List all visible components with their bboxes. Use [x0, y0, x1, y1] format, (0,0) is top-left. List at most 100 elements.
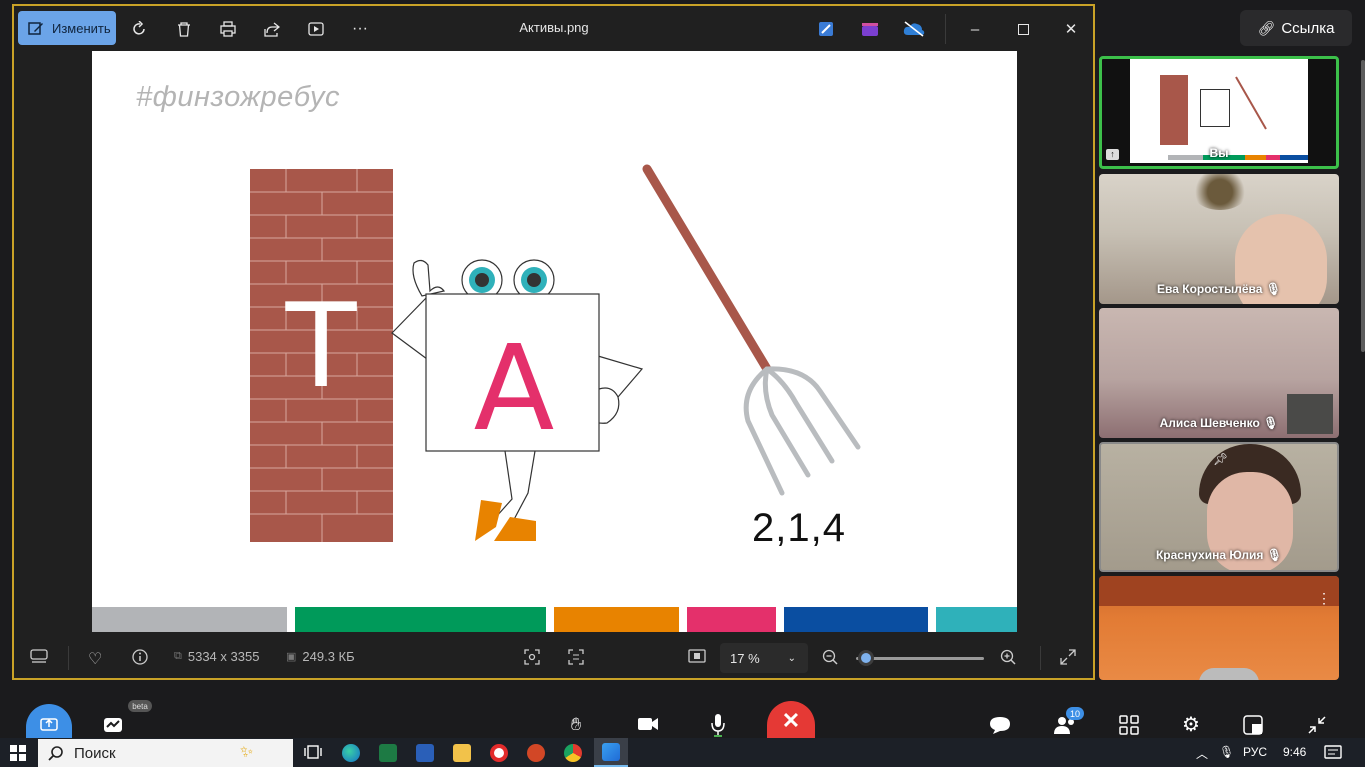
square-letter: А: [474, 319, 555, 457]
favorite-button[interactable]: ♡: [88, 649, 102, 669]
fit-window-button[interactable]: [688, 649, 706, 663]
participant-tile[interactable]: Алиса Шевченко 🎙︎: [1099, 308, 1339, 438]
participant-tile[interactable]: ⋮: [1099, 576, 1339, 680]
notifications-button[interactable]: [1324, 745, 1342, 764]
start-button[interactable]: [10, 745, 26, 766]
participant-name: Алиса Шевченко 🎙︎: [1099, 416, 1339, 430]
rotate-button[interactable]: [126, 15, 154, 43]
slideshow-button[interactable]: [302, 15, 330, 43]
share-icon: [264, 22, 280, 37]
rotate-icon: [133, 21, 145, 35]
image-canvas[interactable]: #финзожребус Т А 2,1,4: [92, 51, 1017, 632]
clock-time[interactable]: 9:46: [1283, 745, 1306, 759]
yandex-browser-icon[interactable]: [490, 744, 508, 762]
chat-bubble-icon: [990, 717, 1010, 734]
edge-icon[interactable]: [342, 744, 360, 762]
grid-icon: [1119, 715, 1139, 735]
color-stripe: [92, 607, 1017, 632]
whiteboard-icon: [104, 718, 122, 732]
zoom-out-icon: [822, 649, 838, 665]
chat-button[interactable]: [988, 714, 1012, 736]
preview-wall: [1160, 75, 1188, 145]
zoom-dropdown[interactable]: 17 % ⌄: [720, 643, 808, 673]
expand-icon: [1060, 649, 1076, 665]
delete-button[interactable]: [170, 15, 198, 43]
link-icon: 🔗︎: [1257, 19, 1276, 36]
camera-button[interactable]: [636, 714, 660, 734]
sparkle-icon: ✨︎: [240, 744, 254, 761]
dimensions-text: 5334 x 3355: [187, 649, 260, 664]
stripe-green: [295, 607, 546, 632]
link-button-label: Ссылка: [1281, 19, 1335, 37]
zoom-slider-thumb[interactable]: [858, 650, 874, 666]
end-call-button[interactable]: ✕: [767, 701, 815, 741]
word-icon[interactable]: [416, 744, 434, 762]
scan-text-button[interactable]: [568, 649, 584, 665]
share-button[interactable]: [258, 15, 286, 43]
photos-taskbar-button[interactable]: [594, 738, 628, 767]
trash-icon: [178, 22, 190, 37]
participant-tile-self[interactable]: ↑ Вы: [1099, 56, 1339, 169]
pin-icon[interactable]: 📌︎: [1213, 452, 1228, 466]
copy-link-button[interactable]: 🔗︎ Ссылка: [1240, 10, 1352, 46]
file-size: ▣ 249.3 КБ: [286, 649, 355, 664]
image-dimensions: ⧉ 5334 x 3355: [174, 649, 259, 664]
taskbar-search[interactable]: Поиск ✨︎: [38, 739, 293, 767]
fullscreen-toggle-button[interactable]: [1306, 714, 1328, 736]
file-explorer-icon[interactable]: [453, 744, 471, 762]
rebus-digits: 2,1,4: [752, 506, 846, 550]
powerpoint-icon[interactable]: [527, 744, 545, 762]
visual-search-button[interactable]: [524, 649, 540, 665]
stripe-teal: [936, 607, 1017, 632]
more-icon: ···: [352, 20, 368, 37]
print-button[interactable]: [214, 15, 242, 43]
zoom-out-button[interactable]: [822, 649, 838, 665]
task-view-button[interactable]: [304, 744, 322, 765]
heart-icon: ♡: [88, 651, 103, 668]
input-language[interactable]: РУС: [1243, 745, 1267, 759]
fullscreen-button[interactable]: [1060, 649, 1076, 665]
maximize-button[interactable]: [1006, 14, 1040, 44]
mic-muted-icon: 🎙︎: [1266, 548, 1283, 562]
settings-button[interactable]: ⚙︎: [1180, 713, 1202, 736]
windows-taskbar: Поиск ✨︎ ︿ 🎙︎ РУС 9:46: [0, 738, 1365, 767]
edit-button[interactable]: Изменить: [18, 11, 116, 45]
close-window-button[interactable]: ✕: [1054, 14, 1088, 44]
chrome-icon[interactable]: [564, 744, 582, 762]
onedrive-button[interactable]: [900, 15, 928, 43]
filmstrip-icon: [30, 649, 48, 663]
wall-top: [1099, 576, 1339, 606]
maximize-icon: [1017, 23, 1029, 35]
apps-grid-button[interactable]: [1118, 714, 1140, 736]
zoom-in-button[interactable]: [1000, 649, 1016, 665]
status-divider: [1040, 646, 1041, 670]
slideshow-icon: [308, 22, 324, 36]
tray-microphone-icon[interactable]: 🎙︎: [1219, 745, 1234, 759]
printer-icon: [220, 21, 236, 37]
filmstrip-button[interactable]: [30, 649, 48, 663]
show-hidden-icons-button[interactable]: ︿: [1196, 745, 1208, 762]
whiteboard-button[interactable]: [102, 714, 124, 734]
microphone-button[interactable]: [708, 712, 728, 738]
photos-app-icon: [602, 743, 620, 761]
upload-icon: [40, 718, 58, 731]
enhance-button[interactable]: [812, 15, 840, 43]
video-editor-button[interactable]: [856, 15, 884, 43]
participant-tile[interactable]: Ева Коростылёва 🎙︎: [1099, 174, 1339, 304]
minimize-button[interactable]: –: [958, 14, 992, 44]
excel-icon[interactable]: [379, 744, 397, 762]
participant-tile[interactable]: 📌︎ Краснухина Юлия 🎙︎: [1099, 442, 1339, 572]
file-info-button[interactable]: [132, 649, 148, 665]
more-button[interactable]: ···: [346, 15, 374, 43]
wall-letter: Т: [285, 279, 358, 414]
share-screen-button[interactable]: [26, 704, 72, 742]
participant-name-text: Алиса Шевченко: [1159, 416, 1260, 430]
layout-button[interactable]: [1242, 714, 1264, 736]
search-icon: [48, 746, 63, 761]
viewer-status-bar: ♡ ⧉ 5334 x 3355 ▣ 249.3 КБ 17 % ⌄: [14, 636, 1093, 680]
more-options-icon[interactable]: ⋮: [1317, 590, 1331, 607]
toolbar-divider: [945, 14, 946, 44]
raise-hand-button[interactable]: ✋︎: [564, 712, 588, 736]
participants-scrollbar[interactable]: [1361, 60, 1365, 352]
zoom-slider-track[interactable]: [856, 657, 984, 660]
